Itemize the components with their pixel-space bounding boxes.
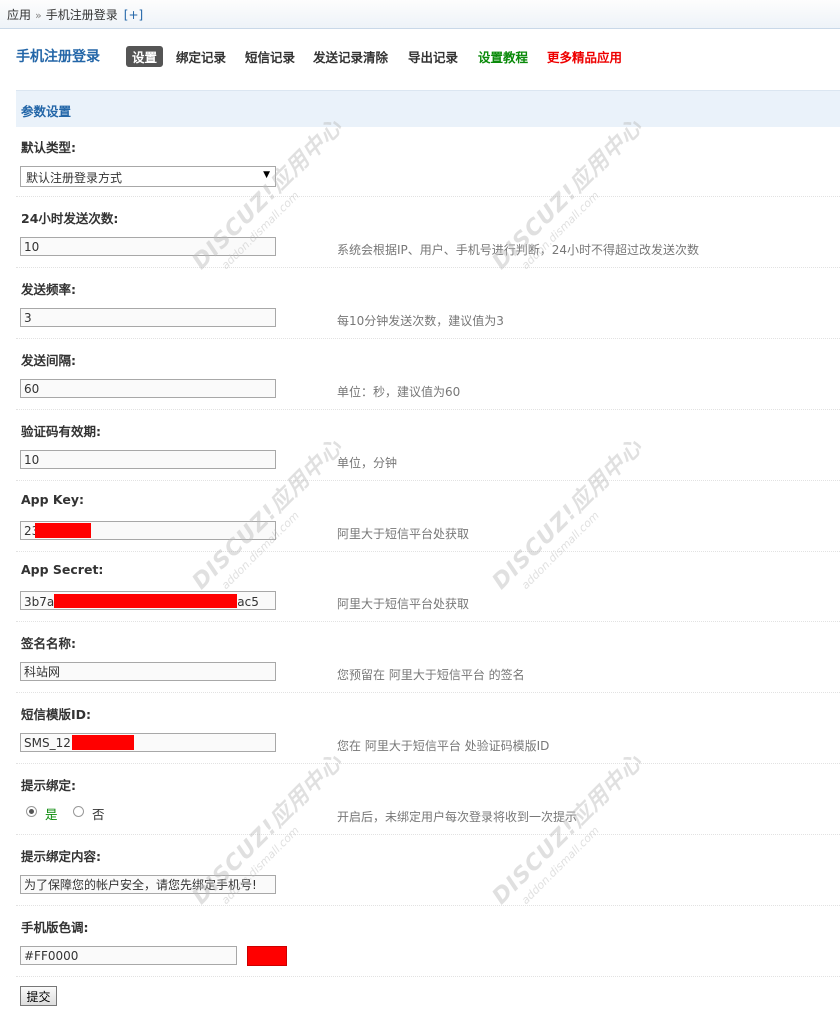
- section-header: 参数设置: [16, 90, 840, 127]
- code-ttl-hint: 单位，分钟: [337, 456, 398, 470]
- template-id-label: 短信模版ID:: [21, 707, 92, 722]
- interval-input[interactable]: [20, 379, 276, 398]
- add-shortcut-button[interactable]: [+]: [124, 8, 143, 22]
- app-secret-label: App Secret:: [21, 562, 104, 577]
- redaction-mark: [72, 735, 134, 750]
- prompt-bind-no-label[interactable]: 否: [92, 804, 105, 823]
- prompt-content-input[interactable]: [20, 875, 276, 894]
- row-divider: [16, 905, 840, 906]
- tab-more-apps[interactable]: 更多精品应用: [547, 47, 622, 66]
- tab-tutorial[interactable]: 设置教程: [478, 47, 528, 66]
- prompt-bind-no-radio[interactable]: [73, 806, 84, 817]
- tab-settings[interactable]: 设置: [126, 46, 164, 67]
- row-divider: [16, 196, 840, 197]
- breadcrumb-bar: 应用 » 手机注册登录 [+]: [0, 0, 840, 29]
- code-ttl-input[interactable]: [20, 450, 276, 469]
- mobile-color-label: 手机版色调:: [21, 920, 89, 935]
- tab-export-records[interactable]: 导出记录: [408, 47, 458, 66]
- prompt-bind-yes-radio[interactable]: [26, 806, 37, 817]
- row-divider: [16, 621, 840, 622]
- template-id-input[interactable]: [20, 733, 276, 752]
- interval-label: 发送间隔:: [21, 353, 76, 368]
- sign-name-input[interactable]: [20, 662, 276, 681]
- redaction-mark: [35, 523, 91, 538]
- tab-clear-records[interactable]: 发送记录清除: [313, 47, 388, 66]
- template-id-hint: 您在 阿里大于短信平台 处验证码模版ID: [337, 739, 550, 753]
- row-divider: [16, 551, 840, 552]
- sign-name-hint: 您预留在 阿里大于短信平台 的签名: [337, 668, 525, 682]
- app-secret-input[interactable]: 3b7a ac5: [20, 591, 276, 610]
- submit-button[interactable]: 提交: [20, 986, 57, 1006]
- app-secret-end: ac5: [237, 595, 259, 609]
- page-title: 手机注册登录: [16, 49, 100, 65]
- tab-bind-records[interactable]: 绑定记录: [176, 47, 226, 66]
- row-divider: [16, 338, 840, 339]
- daily-limit-input[interactable]: [20, 237, 276, 256]
- watermark: DISCUZ!应用中心 addon.dismall.com: [487, 749, 648, 910]
- tab-sms-records[interactable]: 短信记录: [245, 47, 295, 66]
- row-divider: [16, 763, 840, 764]
- prompt-bind-yes-label[interactable]: 是: [45, 804, 58, 823]
- row-divider: [16, 409, 840, 410]
- prompt-bind-hint: 开启后，未绑定用户每次登录将收到一次提示: [337, 810, 578, 824]
- daily-limit-hint: 系统会根据IP、用户、手机号进行判断，24小时不得超过改发送次数: [337, 243, 700, 257]
- default-type-select[interactable]: 默认注册登录方式 ▼: [20, 166, 276, 187]
- default-type-label: 默认类型:: [21, 140, 76, 155]
- app-key-label: App Key:: [21, 492, 85, 507]
- code-ttl-label: 验证码有效期:: [21, 424, 101, 439]
- watermark: DISCUZ!应用中心 addon.dismall.com: [187, 114, 348, 275]
- app-secret-hint: 阿里大于短信平台处获取: [337, 597, 470, 611]
- row-divider: [16, 976, 840, 977]
- default-type-value: 默认注册登录方式: [26, 171, 123, 185]
- redaction-mark: [54, 594, 238, 608]
- mobile-color-input[interactable]: [20, 946, 237, 965]
- row-divider: [16, 834, 840, 835]
- breadcrumb: 应用 » 手机注册登录 [+]: [7, 6, 143, 23]
- frequency-input[interactable]: [20, 308, 276, 327]
- breadcrumb-separator: »: [35, 9, 42, 22]
- sign-name-label: 签名名称:: [21, 636, 76, 651]
- prompt-content-label: 提示绑定内容:: [21, 849, 101, 864]
- breadcrumb-root[interactable]: 应用: [7, 8, 31, 22]
- daily-limit-label: 24小时发送次数:: [21, 211, 119, 226]
- frequency-label: 发送频率:: [21, 282, 76, 297]
- section-title: 参数设置: [21, 104, 72, 119]
- watermark: DISCUZ!应用中心 addon.dismall.com: [487, 434, 648, 595]
- row-divider: [16, 692, 840, 693]
- row-divider: [16, 267, 840, 268]
- color-picker-swatch[interactable]: [247, 946, 287, 966]
- watermark: DISCUZ!应用中心 addon.dismall.com: [487, 114, 648, 275]
- prompt-bind-label: 提示绑定:: [21, 778, 76, 793]
- interval-hint: 单位：秒，建议值为60: [337, 385, 461, 399]
- dropdown-arrow-icon: ▼: [263, 170, 270, 180]
- breadcrumb-current[interactable]: 手机注册登录: [46, 8, 118, 22]
- app-key-hint: 阿里大于短信平台处获取: [337, 527, 470, 541]
- plugin-header: 手机注册登录 设置 绑定记录 短信记录 发送记录清除 导出记录 设置教程 更多精…: [0, 46, 840, 68]
- row-divider: [16, 480, 840, 481]
- frequency-hint: 每10分钟发送次数，建议值为3: [337, 314, 504, 328]
- app-secret-start: 3b7a: [24, 595, 55, 609]
